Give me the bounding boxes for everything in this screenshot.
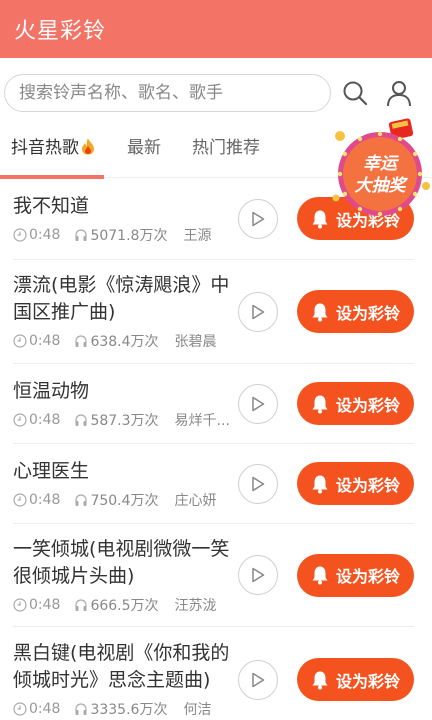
song-title: 黑白键(电视剧《你和我的倾城时光》思念主题曲) [13, 642, 230, 691]
list-item[interactable]: 一笑倾城(电视剧微微一笑很倾城片头曲) 0:48 666.5万次 汪苏泷 设为彩… [13, 524, 414, 627]
artist: 何洁 [183, 702, 212, 718]
tab-label: 最新 [127, 138, 161, 158]
play-icon [252, 476, 265, 491]
song-title: 心理医生 [13, 459, 90, 482]
duration: 0:48 [29, 596, 61, 613]
title-bar: 火星彩铃 [0, 0, 432, 58]
clock-icon [13, 334, 27, 348]
play-count: 587.3万次 [90, 412, 159, 429]
artist: 汪苏泷 [174, 597, 217, 614]
song-info: 心理医生 0:48 750.4万次 庄心妍 [13, 458, 238, 510]
song-meta: 0:48 5071.8万次 王源 [13, 225, 230, 245]
headphones-icon [74, 413, 88, 427]
tab-label: 热门推荐 [192, 138, 260, 158]
user-icon[interactable] [382, 76, 416, 110]
artist: 易烊千... [174, 412, 230, 429]
bell-icon [312, 303, 328, 321]
song-meta: 0:48 587.3万次 易烊千... [13, 410, 230, 430]
bell-icon [312, 210, 328, 228]
clock-icon [13, 412, 27, 427]
list-item[interactable]: 漂流(电影《惊涛飓浪》中国区推广曲) 0:48 638.4万次 张碧晨 设为彩铃 [13, 260, 414, 364]
duration: 0:48 [29, 491, 61, 508]
song-title: 我不知道 [13, 194, 90, 217]
song-list: 我不知道 0:48 5071.8万次 王源 设为彩铃 漂流(电影《惊涛飓浪》中国… [0, 178, 432, 720]
play-count: 5071.8万次 [90, 227, 168, 244]
tab-latest[interactable]: 最新 [127, 128, 161, 177]
song-meta: 0:48 638.4万次 张碧晨 [13, 331, 230, 351]
clock-icon [13, 227, 27, 242]
play-count: 638.4万次 [90, 334, 159, 350]
play-icon [252, 211, 265, 226]
promo-line-1: 幸运 [363, 154, 399, 173]
set-ringtone-label: 设为彩铃 [335, 475, 400, 495]
headphones-icon [74, 702, 88, 716]
fire-icon [80, 137, 96, 155]
play-button[interactable] [238, 463, 278, 504]
song-title: 一笑倾城(电视剧微微一笑很倾城片头曲) [13, 537, 230, 587]
headphones-icon [74, 228, 88, 242]
artist: 王源 [183, 227, 212, 244]
promo-line-2: 大抽奖 [355, 176, 409, 195]
tab-hot-recommend[interactable]: 热门推荐 [192, 128, 260, 177]
lucky-draw-badge[interactable]: 幸运 大抽奖 [330, 112, 432, 224]
play-button[interactable] [238, 555, 278, 595]
tab-label: 抖音热歌 [11, 138, 79, 158]
play-button[interactable] [238, 383, 278, 424]
set-ringtone-label: 设为彩铃 [335, 567, 400, 586]
song-title: 漂流(电影《惊涛飓浪》中国区推广曲) [13, 274, 230, 323]
song-info: 黑白键(电视剧《你和我的倾城时光》思念主题曲) 0:48 3335.6万次 何洁 [13, 640, 238, 719]
play-count: 750.4万次 [90, 492, 159, 509]
duration: 0:48 [29, 333, 61, 349]
clock-icon [13, 597, 27, 612]
song-info: 漂流(电影《惊涛飓浪》中国区推广曲) 0:48 638.4万次 张碧晨 [13, 272, 238, 351]
bell-icon [312, 566, 328, 585]
artist: 张碧晨 [174, 334, 217, 350]
tab-douyin-hot[interactable]: 抖音热歌 [0, 128, 104, 179]
clock-icon [13, 702, 27, 716]
song-info: 一笑倾城(电视剧微微一笑很倾城片头曲) 0:48 666.5万次 汪苏泷 [13, 536, 238, 615]
clock-icon [13, 492, 27, 507]
search-box[interactable] [4, 74, 331, 112]
song-title: 恒温动物 [13, 379, 90, 402]
list-item[interactable]: 恒温动物 0:48 587.3万次 易烊千... 设为彩铃 [13, 364, 414, 444]
app-screen: 火星彩铃 抖音热歌 最新 热门推荐 我不知道 0:48 [0, 0, 432, 720]
bell-icon [312, 475, 328, 493]
play-icon [252, 672, 265, 687]
duration: 0:48 [29, 226, 61, 243]
set-ringtone-label: 设为彩铃 [335, 303, 400, 323]
play-count: 3335.6万次 [90, 702, 168, 718]
play-button[interactable] [238, 291, 278, 332]
duration: 0:48 [29, 411, 61, 428]
play-count: 666.5万次 [90, 597, 159, 614]
artist: 庄心妍 [174, 492, 217, 509]
play-icon [252, 396, 265, 411]
play-button[interactable] [238, 198, 278, 239]
play-icon [252, 304, 265, 319]
song-info: 恒温动物 0:48 587.3万次 易烊千... [13, 378, 238, 430]
list-item[interactable]: 黑白键(电视剧《你和我的倾城时光》思念主题曲) 0:48 3335.6万次 何洁… [13, 627, 414, 720]
set-ringtone-label: 设为彩铃 [335, 395, 400, 415]
bell-icon [312, 395, 328, 413]
play-button[interactable] [238, 659, 278, 700]
play-icon [252, 567, 265, 583]
headphones-icon [74, 493, 88, 507]
set-ringtone-button[interactable]: 设为彩铃 [297, 462, 414, 505]
set-ringtone-button[interactable]: 设为彩铃 [297, 658, 414, 701]
headphones-icon [74, 334, 88, 348]
app-title: 火星彩铃 [14, 19, 107, 44]
list-item[interactable]: 心理医生 0:48 750.4万次 庄心妍 设为彩铃 [13, 444, 414, 524]
search-input[interactable] [19, 83, 330, 103]
bell-icon [312, 671, 328, 689]
set-ringtone-button[interactable]: 设为彩铃 [297, 553, 414, 597]
duration: 0:48 [29, 701, 61, 717]
song-meta: 0:48 3335.6万次 何洁 [13, 699, 230, 719]
song-meta: 0:48 750.4万次 庄心妍 [13, 490, 230, 510]
song-info: 我不知道 0:48 5071.8万次 王源 [13, 193, 238, 245]
search-icon[interactable] [338, 76, 372, 110]
set-ringtone-label: 设为彩铃 [335, 671, 400, 691]
set-ringtone-button[interactable]: 设为彩铃 [297, 290, 414, 333]
song-meta: 0:48 666.5万次 汪苏泷 [13, 595, 230, 615]
headphones-icon [74, 598, 88, 612]
set-ringtone-button[interactable]: 设为彩铃 [297, 382, 414, 425]
